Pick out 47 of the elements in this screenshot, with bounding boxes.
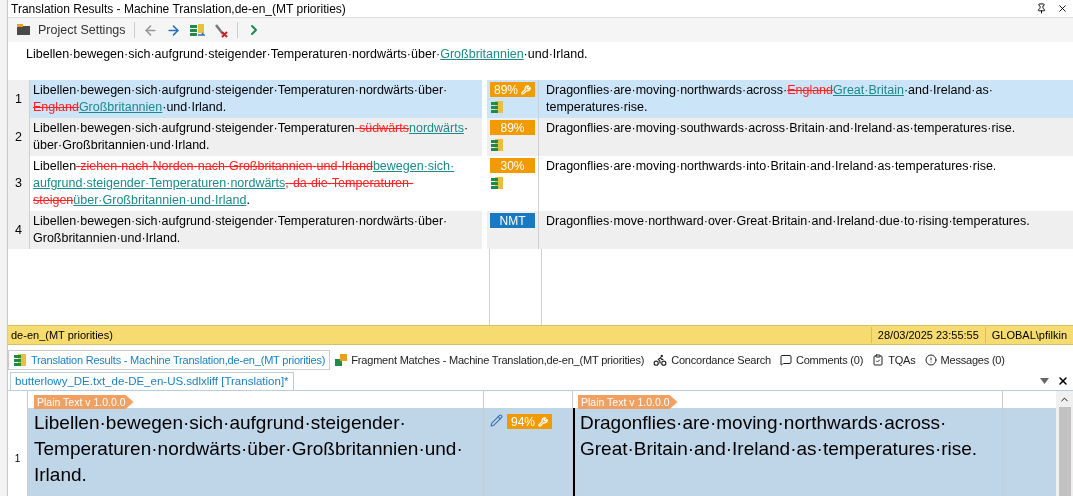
wrench-icon bbox=[538, 416, 548, 427]
result-row[interactable]: 4 Libellen·bewegen·sich·aufgrund·steigender·Temperaturen·nordwärts·über·Großbritannien·und·Irland. NMT Dragonflies·move·northward·over·Great·Britain·and·Ireland·due·to·rising·temperatures. bbox=[8, 211, 1073, 249]
comment-icon bbox=[779, 354, 792, 366]
project-settings-button[interactable]: Project Settings bbox=[16, 20, 126, 40]
result-row[interactable] bbox=[8, 80, 1073, 118]
window-title: Translation Results - Machine Translation,de-en_(MT priorities) bbox=[11, 0, 346, 18]
source-sentence: Libellen·bewegen·sich·aufgrund·steigender·Temperaturen·nordwärts·über·Großbritannien·und·Irland. bbox=[26, 47, 588, 61]
match-badge: 89% bbox=[490, 120, 535, 135]
target-text: Dragonflies·are·moving·northwards·across·EnglandGreat·Britain·and·Ireland·as·temperatures·rise. bbox=[545, 82, 994, 116]
target-tag: Plain Text v 1.0.0.0 bbox=[578, 395, 678, 409]
pin-icon[interactable] bbox=[1036, 3, 1047, 14]
fragments-icon bbox=[335, 354, 348, 366]
target-text: Dragonflies·are·moving·southwards·across·Britain·and·Ireland·as·temperatures·rise. bbox=[545, 120, 1017, 137]
match-badge: 89% bbox=[490, 82, 535, 97]
folder-icon bbox=[16, 23, 32, 37]
close-icon[interactable] bbox=[1057, 3, 1068, 14]
database-icon bbox=[13, 353, 27, 367]
wrench-icon bbox=[521, 84, 531, 95]
panel-tab[interactable]: Translation Results - Machine Translation,de-en_(MT priorities) bbox=[8, 350, 331, 370]
match-badge: 94% bbox=[507, 414, 552, 429]
apply-translation-icon[interactable] bbox=[188, 22, 205, 38]
timestamp: 28/03/2025 23:55:55 bbox=[870, 326, 985, 344]
target-segment[interactable]: Dragonflies·are·moving·northwards·across·Great·Britain·and·Ireland·as·temperatures·rise. bbox=[573, 408, 1002, 496]
pencil-icon bbox=[490, 414, 503, 427]
dropdown-icon[interactable] bbox=[1040, 378, 1049, 384]
row-number: 1 bbox=[8, 80, 30, 118]
user-name: GLOBAL\pfilkin bbox=[984, 326, 1073, 344]
match-badge: 30% bbox=[490, 158, 535, 173]
panel-tab[interactable]: Concordance Search bbox=[649, 350, 775, 370]
alert-icon bbox=[924, 354, 937, 366]
match-badge: NMT bbox=[490, 213, 535, 228]
target-text: Dragonflies·are·moving·northwards·into·Britain·and·Ireland·as·temperatures·rise. bbox=[545, 158, 998, 175]
panel-tab[interactable]: Fragment Matches - Machine Translation,de-en_(MT priorities) bbox=[331, 350, 649, 370]
result-row[interactable]: 2 Libellen·bewegen·sich·aufgrund·steigender·Temperaturen·südwärtsnordwärts·über·Großbritannien·und·Irland. 89% Dragonflies·are·moving·southwards·across·Britain·and·Ireland·as·temperatures·rise. bbox=[8, 118, 1073, 156]
document-tab[interactable]: butterlowy_DE.txt_de-DE_en-US.sdlxliff [Translation]* bbox=[10, 372, 294, 390]
scrollbar[interactable] bbox=[1056, 391, 1073, 496]
close-icon[interactable] bbox=[1057, 375, 1069, 387]
panel-tab[interactable]: Comments (0) bbox=[775, 350, 868, 370]
panel-tab[interactable]: TQAs bbox=[868, 350, 920, 370]
source-tag: Plain Text v 1.0.0.0 bbox=[34, 395, 134, 409]
wrench-cross-icon[interactable] bbox=[212, 22, 229, 38]
row-number: 3 bbox=[8, 156, 30, 211]
target-text: Dragonflies·move·northward·over·Great·Britain·and·Ireland·due·to·rising·temperatures. bbox=[545, 213, 1031, 230]
clipboard-icon bbox=[872, 354, 885, 366]
provider-name: de-en_(MT priorities) bbox=[10, 327, 114, 343]
panel-tab[interactable]: Messages (0) bbox=[920, 350, 1009, 370]
source-segment: Libellen·bewegen·sich·aufgrund·steigender·Temperaturen·nordwärts·über·Großbritannien·und·Irland. bbox=[28, 408, 483, 496]
